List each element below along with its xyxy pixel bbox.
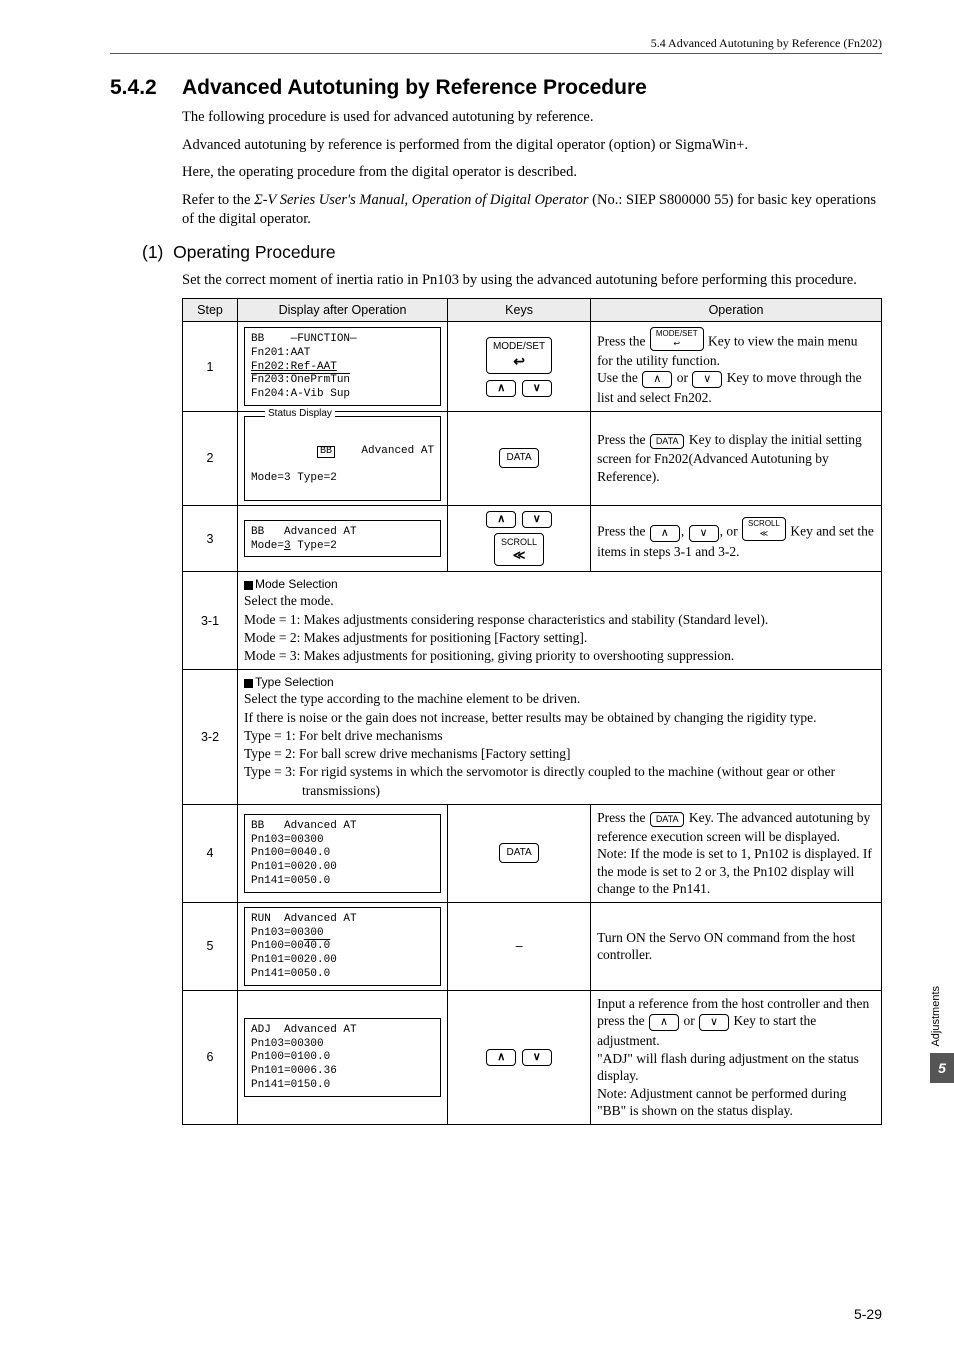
type-selection-cell: Type Selection Select the type according…: [238, 670, 882, 805]
down-key-icon: ∨: [522, 380, 552, 397]
subsection-heading: (1) Operating Procedure: [142, 242, 882, 263]
step-num: 2: [183, 411, 238, 505]
operation-cell: Press the DATA Key to display the initia…: [591, 411, 882, 505]
display-cell: Status DisplayBB Advanced AT Mode=3 Type…: [238, 411, 448, 505]
keys-cell: DATA: [448, 411, 591, 505]
keys-cell: DATA: [448, 804, 591, 902]
keys-cell: ∧ ∨ SCROLL≪: [448, 505, 591, 571]
operation-cell: Press the MODE/SET↩ Key to view the main…: [591, 322, 882, 411]
table-header-row: Step Display after Operation Keys Operat…: [183, 299, 882, 322]
scroll-key-icon: SCROLL≪: [494, 533, 544, 566]
down-key-inline: ∨: [699, 1014, 729, 1031]
table-row: 3-1 Mode Selection Select the mode. Mode…: [183, 572, 882, 670]
up-key-inline: ∧: [642, 371, 672, 388]
table-row: 2 Status DisplayBB Advanced AT Mode=3 Ty…: [183, 411, 882, 505]
modeset-key-inline: MODE/SET↩: [650, 327, 704, 350]
procedure-table: Step Display after Operation Keys Operat…: [182, 298, 882, 1125]
subsection-intro: Set the correct moment of inertia ratio …: [182, 271, 882, 291]
display-cell: ADJ Advanced AT Pn103=00300 Pn100=0100.0…: [238, 990, 448, 1124]
intro-para-2: Advanced autotuning by reference is perf…: [182, 136, 882, 156]
section-title: Advanced Autotuning by Reference Procedu…: [182, 76, 647, 99]
table-row: 4 BB Advanced AT Pn103=00300 Pn100=0040.…: [183, 804, 882, 902]
subsection-number: (1): [142, 242, 163, 262]
section-number: 5.4.2: [110, 76, 182, 100]
square-bullet-icon: [244, 679, 253, 688]
data-key-inline: DATA: [650, 434, 685, 449]
table-row: 1 BB —FUNCTION— Fn201:AAT Fn202:Ref-AAT …: [183, 322, 882, 411]
section-heading: 5.4.2Advanced Autotuning by Reference Pr…: [110, 76, 882, 100]
side-tab: Adjustments 5: [930, 980, 954, 1083]
col-operation: Operation: [591, 299, 882, 322]
intro-para-1: The following procedure is used for adva…: [182, 108, 882, 128]
step-num: 6: [183, 990, 238, 1124]
up-key-inline: ∧: [650, 525, 680, 542]
keys-cell: MODE/SET↩ ∧ ∨: [448, 322, 591, 411]
up-key-icon: ∧: [486, 511, 516, 528]
square-bullet-icon: [244, 581, 253, 590]
data-key-inline: DATA: [650, 812, 685, 827]
step-num: 3: [183, 505, 238, 571]
display-cell: RUN Advanced AT Pn103=00300 Pn100=0040.0…: [238, 902, 448, 990]
operator-display: ADJ Advanced AT Pn103=00300 Pn100=0100.0…: [244, 1018, 441, 1097]
step-num: 1: [183, 322, 238, 411]
modeset-key-icon: MODE/SET↩: [486, 337, 552, 374]
operator-display: BB —FUNCTION— Fn201:AAT Fn202:Ref-AAT Fn…: [244, 327, 441, 406]
status-display-label: Status Display: [265, 408, 335, 421]
operator-display: Status DisplayBB Advanced AT Mode=3 Type…: [244, 416, 441, 501]
down-key-inline: ∨: [692, 371, 722, 388]
table-row: 6 ADJ Advanced AT Pn103=00300 Pn100=0100…: [183, 990, 882, 1124]
down-key-icon: ∨: [522, 1049, 552, 1066]
display-cell: BB Advanced AT Pn103=00300 Pn100=0040.0 …: [238, 804, 448, 902]
col-step: Step: [183, 299, 238, 322]
step-num: 3-1: [183, 572, 238, 670]
subsection-title: Operating Procedure: [173, 242, 335, 262]
data-key-icon: DATA: [499, 843, 538, 863]
up-key-inline: ∧: [649, 1014, 679, 1031]
data-key-icon: DATA: [499, 448, 538, 468]
mode-selection-cell: Mode Selection Select the mode. Mode = 1…: [238, 572, 882, 670]
step-num: 3-2: [183, 670, 238, 805]
keys-cell: ∧ ∨: [448, 990, 591, 1124]
side-tab-number: 5: [930, 1053, 954, 1083]
intro-para-3: Here, the operating procedure from the d…: [182, 163, 882, 183]
up-key-icon: ∧: [486, 380, 516, 397]
table-row: 3-2 Type Selection Select the type accor…: [183, 670, 882, 805]
down-key-inline: ∨: [689, 525, 719, 542]
intro-para-4: Refer to the Σ-V Series User's Manual, O…: [182, 191, 882, 230]
keys-cell: –: [448, 902, 591, 990]
table-row: 5 RUN Advanced AT Pn103=00300 Pn100=0040…: [183, 902, 882, 990]
operation-cell: Press the ∧, ∨, or SCROLL≪ Key and set t…: [591, 505, 882, 571]
display-cell: BB —FUNCTION— Fn201:AAT Fn202:Ref-AAT Fn…: [238, 322, 448, 411]
operator-display: RUN Advanced AT Pn103=00300 Pn100=0040.0…: [244, 907, 441, 986]
scroll-key-inline: SCROLL≪: [742, 517, 786, 540]
table-row: 3 BB Advanced AT Mode=3 Type=2 ∧ ∨ SCROL…: [183, 505, 882, 571]
page-number: 5-29: [854, 1306, 882, 1322]
side-tab-label: Adjustments: [930, 980, 942, 1053]
up-key-icon: ∧: [486, 1049, 516, 1066]
down-key-icon: ∨: [522, 511, 552, 528]
operator-display: BB Advanced AT Mode=3 Type=2: [244, 520, 441, 558]
operation-cell: Turn ON the Servo ON command from the ho…: [591, 902, 882, 990]
col-display: Display after Operation: [238, 299, 448, 322]
operation-cell: Input a reference from the host controll…: [591, 990, 882, 1124]
step-num: 5: [183, 902, 238, 990]
operation-cell: Press the DATA Key. The advanced autotun…: [591, 804, 882, 902]
page-header: 5.4 Advanced Autotuning by Reference (Fn…: [110, 36, 882, 54]
operator-display: BB Advanced AT Pn103=00300 Pn100=0040.0 …: [244, 814, 441, 893]
step-num: 4: [183, 804, 238, 902]
col-keys: Keys: [448, 299, 591, 322]
display-cell: BB Advanced AT Mode=3 Type=2: [238, 505, 448, 571]
